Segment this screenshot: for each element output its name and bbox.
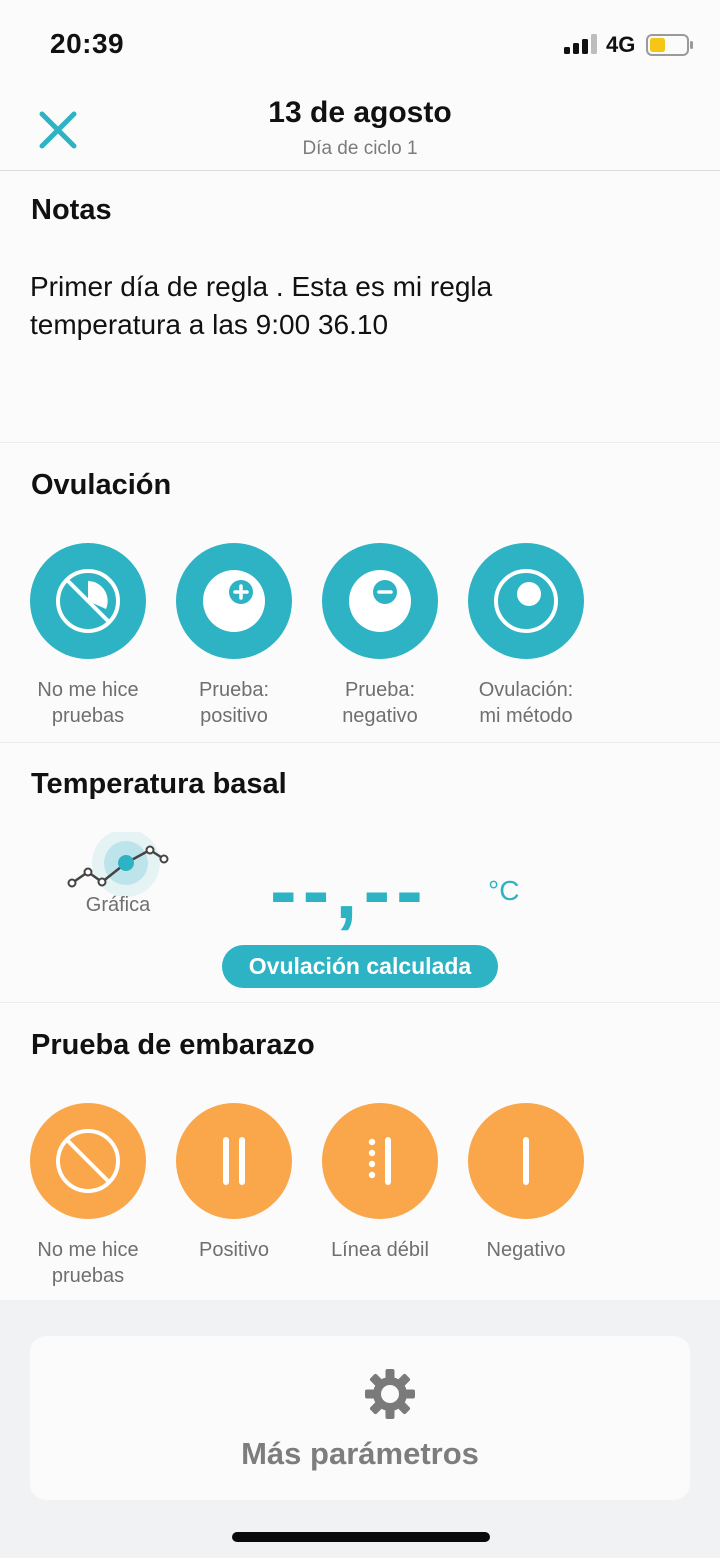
status-time: 20:39 bbox=[50, 28, 125, 59]
notes-line: Primer día de regla . Esta es mi regla bbox=[30, 271, 493, 302]
pregnancy-option-negative[interactable]: Negativo bbox=[453, 1103, 599, 1263]
faint-line-icon[interactable] bbox=[322, 1103, 438, 1219]
pregnancy-option-faint-line[interactable]: Línea débil bbox=[307, 1103, 453, 1263]
network-type: 4G bbox=[606, 32, 636, 57]
my-method-icon[interactable] bbox=[468, 543, 584, 659]
battery-icon bbox=[646, 34, 693, 56]
option-label: No me hice bbox=[37, 1239, 139, 1261]
ovulation-option-positive[interactable]: Prueba: positivo bbox=[161, 543, 307, 729]
positive-test-icon[interactable] bbox=[176, 543, 292, 659]
negative-test-icon[interactable] bbox=[322, 543, 438, 659]
notes-text[interactable]: Primer día de regla . Esta es mi regla t… bbox=[30, 268, 690, 344]
one-line-icon[interactable] bbox=[468, 1103, 584, 1219]
option-label: mi método bbox=[479, 705, 573, 727]
option-label: Negativo bbox=[486, 1239, 566, 1261]
more-parameters-label: Más parámetros bbox=[241, 1436, 479, 1471]
home-indicator[interactable] bbox=[232, 1532, 490, 1542]
option-label: Positivo bbox=[198, 1239, 270, 1261]
section-divider bbox=[0, 1002, 720, 1003]
cycle-day-subtitle: Día de ciclo 1 bbox=[302, 138, 418, 159]
option-label: Línea débil bbox=[331, 1239, 429, 1261]
more-parameters-panel: Más parámetros bbox=[0, 1300, 720, 1558]
basal-temperature-title: Temperatura basal bbox=[31, 768, 287, 800]
ovulation-option-negative[interactable]: Prueba: negativo bbox=[307, 543, 453, 729]
day-header: 13 de agosto Día de ciclo 1 bbox=[0, 88, 720, 171]
option-label: pruebas bbox=[51, 1265, 125, 1287]
option-label: Prueba: bbox=[344, 679, 416, 701]
ovulation-calculated-badge[interactable]: Ovulación calculada bbox=[222, 945, 498, 988]
no-test-icon[interactable] bbox=[30, 1103, 146, 1219]
option-label: positivo bbox=[200, 705, 268, 727]
pregnancy-option-no-test[interactable]: No me hice pruebas bbox=[15, 1103, 161, 1289]
signal-strength-icon bbox=[564, 34, 597, 54]
temperature-unit: °C bbox=[488, 875, 520, 906]
ovulation-title: Ovulación bbox=[31, 469, 172, 501]
option-label: pruebas bbox=[51, 705, 125, 727]
option-label: negativo bbox=[342, 705, 418, 727]
status-bar: 20:39 4G bbox=[0, 0, 720, 88]
ovulation-option-my-method[interactable]: Ovulación: mi método bbox=[453, 543, 599, 729]
gear-icon bbox=[365, 1369, 415, 1419]
pregnancy-option-positive[interactable]: Positivo bbox=[161, 1103, 307, 1263]
ovulation-option-no-test[interactable]: No me hice pruebas bbox=[15, 543, 161, 729]
temperature-value[interactable]: --,-- bbox=[270, 846, 429, 936]
section-divider bbox=[0, 442, 720, 443]
chart-label: Gráfica bbox=[85, 894, 151, 916]
date-title: 13 de agosto bbox=[268, 96, 452, 129]
option-label: No me hice bbox=[37, 679, 139, 701]
no-test-icon[interactable] bbox=[30, 543, 146, 659]
more-parameters-button[interactable]: Más parámetros bbox=[30, 1336, 690, 1500]
notes-line: temperatura a las 9:00 36.10 bbox=[30, 309, 389, 340]
option-label: Prueba: bbox=[198, 679, 270, 701]
section-divider bbox=[0, 742, 720, 743]
pregnancy-test-title: Prueba de embarazo bbox=[31, 1029, 315, 1061]
notes-title: Notas bbox=[31, 194, 112, 226]
option-label: Ovulación: bbox=[478, 679, 574, 701]
two-lines-icon[interactable] bbox=[176, 1103, 292, 1219]
